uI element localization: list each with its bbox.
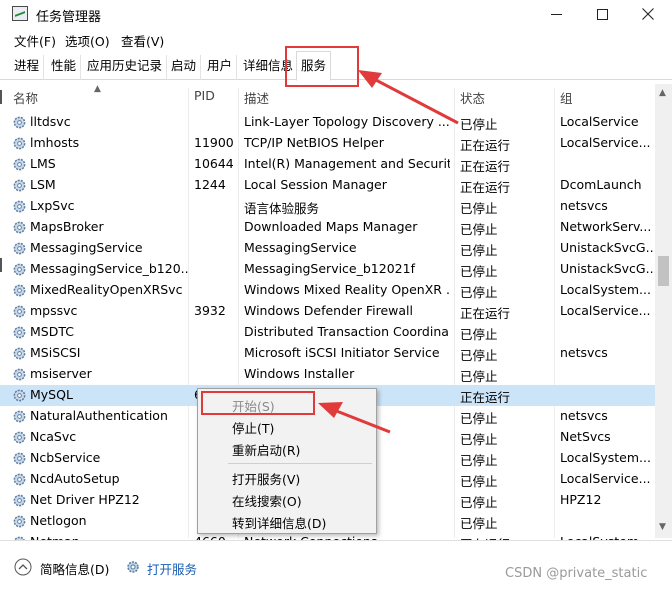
- open-services-link[interactable]: 打开服务: [147, 559, 197, 578]
- annotation-arrows: [318, 70, 459, 434]
- brief-info-link[interactable]: 简略信息(D): [40, 559, 109, 578]
- services-gear-icon: [127, 561, 139, 573]
- annotation-arrow-tab: [371, 76, 459, 125]
- watermark: CSDN @private_static: [505, 566, 648, 581]
- annotation-arrow-start: [333, 408, 391, 434]
- annotation-arrowhead-start: [318, 402, 343, 418]
- annotation-arrowhead-tab: [358, 70, 382, 88]
- collapse-up-icon[interactable]: [14, 558, 32, 576]
